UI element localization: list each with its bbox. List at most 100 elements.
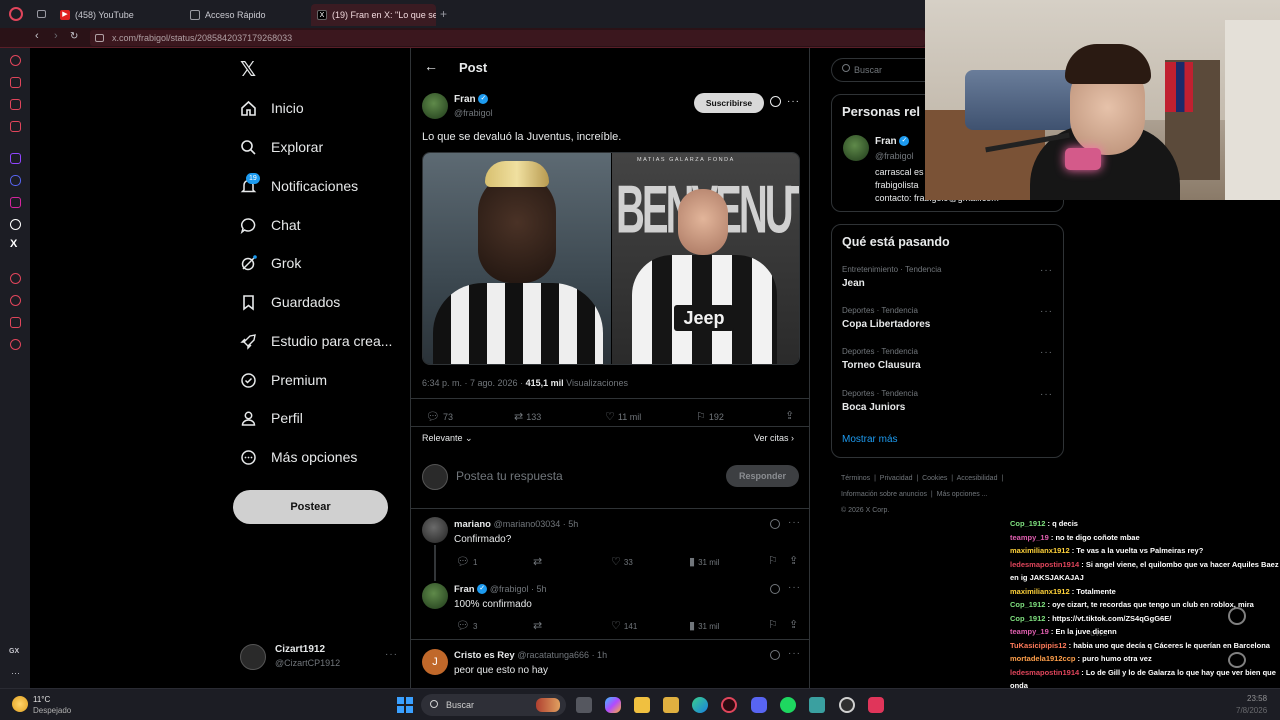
obs-icon[interactable] [839,697,855,713]
repost-action[interactable]: ⇄ 133 [514,410,541,423]
trend-more-icon[interactable]: ··· [1040,347,1053,358]
post-button[interactable]: Postear [233,490,388,524]
crypto-wallet-icon[interactable] [10,77,21,88]
forward-icon[interactable]: › [54,30,58,42]
chat-username[interactable]: Cop_1912 [1010,519,1045,528]
show-more-link[interactable]: Mostrar más [842,434,898,445]
tiktok-live-icon[interactable] [868,697,884,713]
account-switcher[interactable]: Cizart1912 @CizartCP1912 ··· [240,641,400,673]
post-views[interactable]: 415,1 mil [526,378,564,388]
footer-link[interactable]: Accesibilidad [957,475,998,482]
reply-avatar[interactable]: J [422,649,448,675]
trend-item[interactable]: Deportes · Tendencia Boca Juniors ··· [842,389,1055,425]
chat-username[interactable]: teampy_19 [1010,627,1049,636]
repost-action[interactable]: ⇄ [533,619,542,632]
view-quotes-link[interactable]: Ver citas › [754,433,794,443]
reply-name[interactable]: Fran [454,584,475,595]
extensions-icon[interactable] [10,317,21,328]
media-left-image[interactable] [423,153,611,364]
views-action[interactable]: ▮ 31 mil [689,555,719,568]
notepad-icon[interactable] [809,697,825,713]
reload-icon[interactable]: ↻ [70,31,78,42]
chat-username[interactable]: maximilianx1912 [1010,546,1070,555]
history-icon[interactable] [10,273,21,284]
reply-action[interactable]: 💬︎ 73 [426,410,453,423]
nav-more-options[interactable]: Más opciones [240,442,357,472]
nav-premium[interactable]: Premium [240,365,327,395]
trend-more-icon[interactable]: ··· [1040,265,1053,276]
chat-username[interactable]: TuKasicipipis12 [1010,641,1067,650]
chat-username[interactable]: maximilianx1912 [1010,587,1070,596]
reply-more-icon[interactable]: ··· [788,648,801,659]
tab-acceso-rapido[interactable]: Acceso Rápido [184,4,304,26]
nav-chat[interactable]: Chat [240,210,301,240]
nav-bookmarks[interactable]: Guardados [240,287,340,317]
chat-bubble-icon[interactable] [1228,652,1246,668]
weather-icon[interactable] [12,696,28,712]
post-more-icon[interactable]: ··· [787,96,800,107]
instagram-icon[interactable] [10,197,21,208]
trend-more-icon[interactable]: ··· [1040,306,1053,317]
reply-name[interactable]: mariano [454,519,491,530]
chat-username[interactable]: mortadela1912ccp [1010,654,1075,663]
nav-profile[interactable]: Perfil [240,403,303,433]
tab-x-post[interactable]: X (19) Fran en X: "Lo que se d [311,4,436,26]
sort-dropdown[interactable]: Relevante ⌄ [422,433,473,444]
account-more-icon[interactable]: ··· [385,649,398,660]
settings-icon[interactable] [10,339,21,350]
reply-input[interactable]: Postea tu respuesta [456,469,563,483]
discord-icon[interactable] [751,697,767,713]
spotify-icon[interactable] [780,697,796,713]
chat-grok-icon[interactable] [1228,607,1246,625]
reply-avatar[interactable] [422,583,448,609]
reply-more-icon[interactable]: ··· [788,517,801,528]
nav-home[interactable]: Inicio [240,93,304,123]
nav-creator-studio[interactable]: Estudio para crea... [240,326,392,356]
opera-gx-icon[interactable] [721,697,737,713]
media-right-image[interactable]: MATIAS GALARZA FONDA BENVENUTO Jeep [612,153,799,364]
bookmark-icon[interactable]: ⚐ [768,554,778,567]
reply-button[interactable]: Responder [726,465,799,487]
copilot-icon[interactable] [605,697,621,713]
search-input[interactable]: Buscar [831,58,926,82]
grok-icon[interactable] [770,584,780,594]
share-icon[interactable]: ⇪ [789,554,798,567]
task-view-icon[interactable] [576,697,592,713]
twitch-icon[interactable] [10,153,21,164]
reply-action[interactable]: 💬︎ 3 [456,619,477,632]
folder-icon[interactable] [663,697,679,713]
more-sidebar-icon[interactable]: ··· [11,668,20,678]
translate-icon[interactable] [10,99,21,110]
like-action[interactable]: ♡ 33 [611,555,633,568]
grok-icon[interactable] [770,519,780,529]
share-icon[interactable]: ⇪ [785,409,794,422]
footer-link[interactable]: Información sobre anuncios [841,491,927,498]
reply-action[interactable]: 💬︎ 1 [456,555,477,568]
workspaces-icon[interactable] [37,10,46,18]
taskbar-search[interactable]: Buscar [421,694,566,716]
clock-icon[interactable] [10,295,21,306]
footer-link[interactable]: Términos [841,475,870,482]
tab-youtube[interactable]: ▶ (458) YouTube [54,4,174,26]
person-name-row[interactable]: Fran ✓ [875,136,910,147]
trend-more-icon[interactable]: ··· [1040,389,1053,400]
back-arrow-icon[interactable]: ← [424,58,438,74]
trend-item[interactable]: Deportes · Tendencia Copa Libertadores ·… [842,306,1055,342]
reply-name[interactable]: Cristo es Rey [454,650,515,661]
x-sidebar-icon[interactable]: X [10,238,17,250]
subscribe-button[interactable]: Suscribirse [694,93,764,113]
gx-icon[interactable]: GX [9,648,19,655]
chat-username[interactable]: ledesmapostin1914 [1010,668,1079,677]
tray-time[interactable]: 23:58 [1247,694,1267,703]
tiktok-icon[interactable] [10,219,21,230]
x-logo-icon[interactable]: 𝕏 [240,57,256,82]
post-media[interactable]: MATIAS GALARZA FONDA BENVENUTO Jeep [422,152,800,365]
url-field[interactable]: x.com/frabigol/status/208584203717926803… [90,30,925,46]
author-avatar[interactable] [422,93,448,119]
edge-icon[interactable] [692,697,708,713]
nav-notifications[interactable]: 19 Notificaciones [240,171,358,201]
share-icon[interactable]: ⇪ [789,618,798,631]
site-security-icon[interactable] [95,34,104,42]
windows-start-icon[interactable] [397,697,413,713]
reply-more-icon[interactable]: ··· [788,582,801,593]
